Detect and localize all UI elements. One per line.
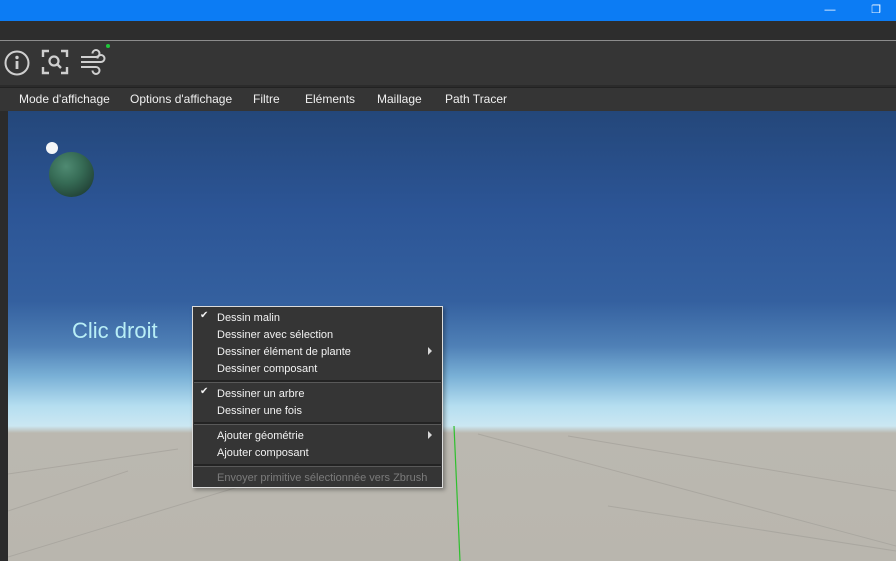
- check-icon: ✔: [200, 310, 209, 321]
- menu-options-affichage[interactable]: Options d'affichage: [130, 92, 232, 106]
- menu-item-dessin-malin[interactable]: Dessin malin: [217, 312, 280, 324]
- menu-filtre[interactable]: Filtre: [253, 92, 280, 106]
- viewport-left-border: [0, 111, 8, 561]
- title-band: [0, 21, 896, 41]
- context-menu: ✔ Dessin malin Dessiner avec sélection D…: [192, 306, 443, 488]
- submenu-arrow-icon: [428, 347, 432, 355]
- menu-separator: [194, 464, 441, 467]
- status-indicator: [106, 44, 110, 48]
- menu-separator: [194, 380, 441, 383]
- submenu-arrow-icon: [428, 431, 432, 439]
- info-icon[interactable]: [3, 47, 33, 77]
- green-axis-line: [453, 425, 461, 561]
- menu-item-ajouter-composant[interactable]: Ajouter composant: [217, 447, 309, 459]
- minimize-button[interactable]: —: [822, 2, 838, 18]
- menu-item-dessiner-un-arbre[interactable]: Dessiner un arbre: [217, 388, 304, 400]
- check-icon: ✔: [200, 386, 209, 397]
- menu-maillage[interactable]: Maillage: [377, 92, 422, 106]
- menu-item-dessiner-composant[interactable]: Dessiner composant: [217, 363, 317, 375]
- right-click-annotation: Clic droit: [72, 318, 158, 343]
- zoom-to-selection-icon[interactable]: [41, 47, 71, 77]
- menu-elements[interactable]: Eléments: [305, 92, 355, 106]
- menu-item-dessiner-une-fois[interactable]: Dessiner une fois: [217, 405, 302, 417]
- menu-path-tracer[interactable]: Path Tracer: [445, 92, 507, 106]
- wind-icon[interactable]: [79, 47, 109, 77]
- menu-item-dessiner-element-plante[interactable]: Dessiner élément de plante: [217, 346, 351, 358]
- restore-button[interactable]: ❐: [868, 2, 884, 18]
- menu-item-ajouter-geometrie[interactable]: Ajouter géométrie: [217, 430, 304, 442]
- toolbar: [0, 41, 896, 85]
- menu-separator: [194, 422, 441, 425]
- light-source-handle[interactable]: [46, 142, 58, 154]
- menu-mode-affichage[interactable]: Mode d'affichage: [19, 92, 110, 106]
- menu-item-envoyer-zbrush: Envoyer primitive sélectionnée vers Zbru…: [217, 472, 428, 484]
- title-bar: — ❐: [0, 0, 896, 21]
- environment-sphere[interactable]: [49, 152, 94, 197]
- menu-item-dessiner-avec-selection[interactable]: Dessiner avec sélection: [217, 329, 333, 341]
